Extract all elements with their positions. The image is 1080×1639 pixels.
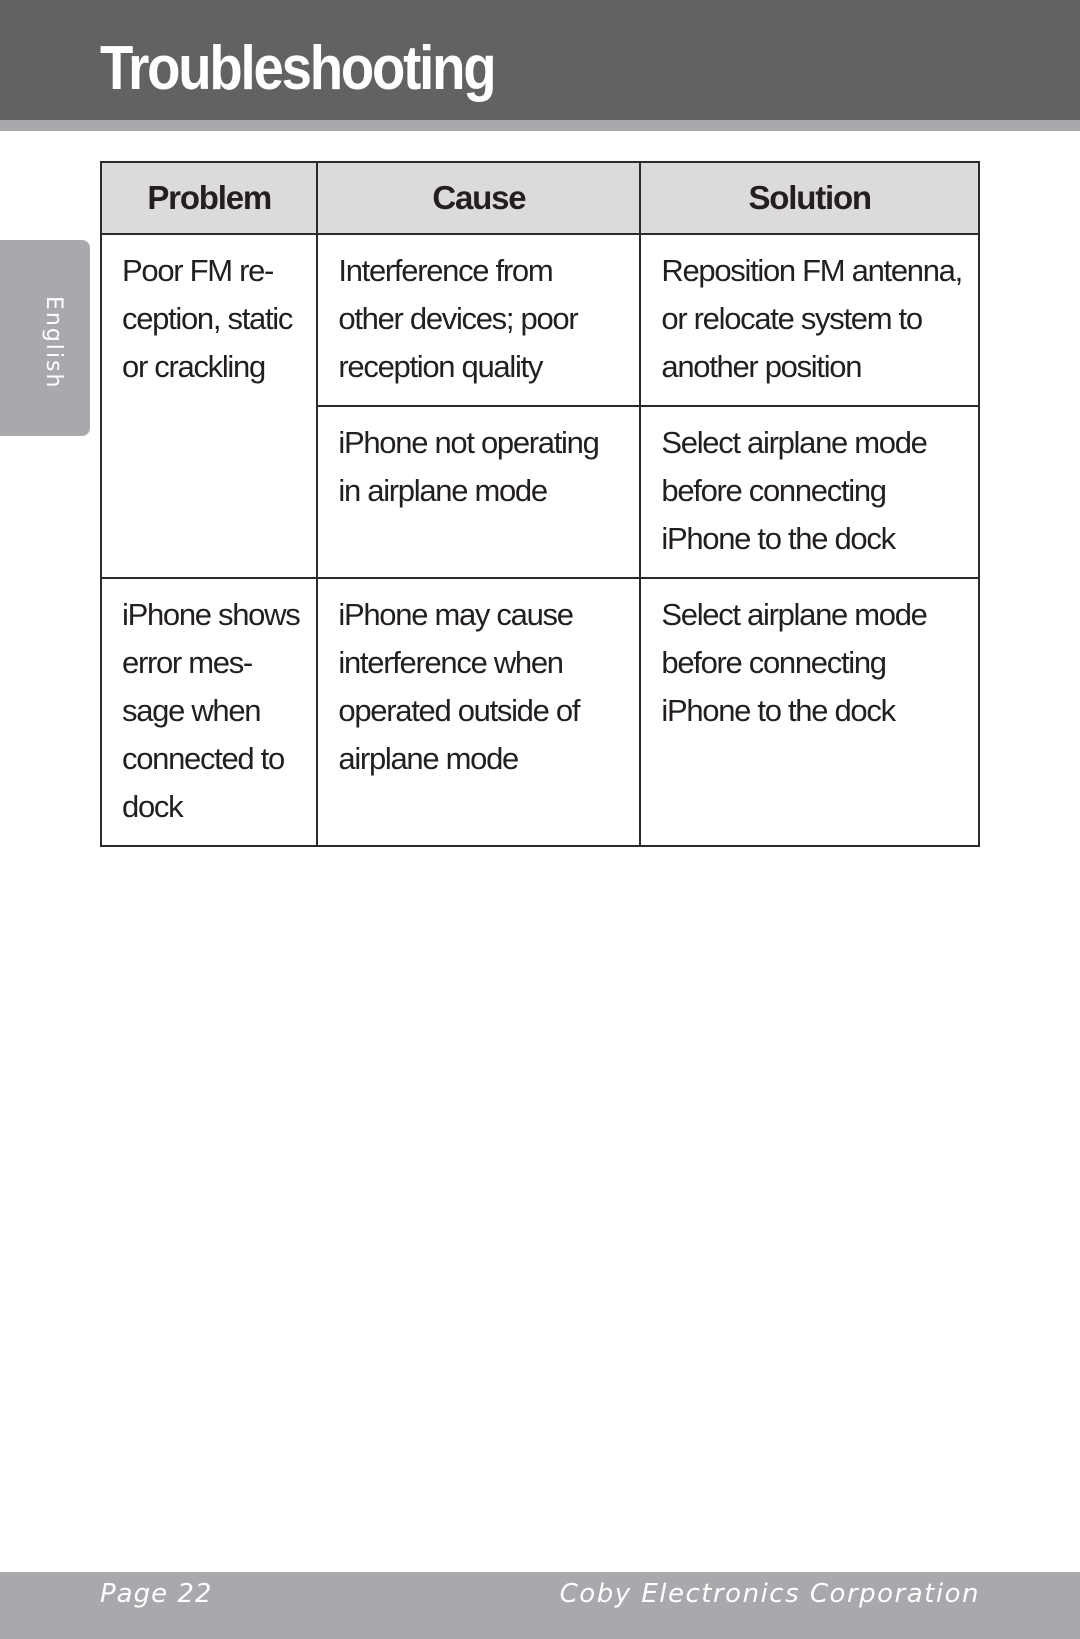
problem-cell: iPhone shows error mes- sage when connec… [99, 577, 319, 847]
cell-text-line: before connecting [661, 473, 887, 508]
cell-text-line: another position [661, 349, 862, 384]
cell-text-line: other devices; poor [338, 301, 578, 336]
cell-text-line: sage when [122, 693, 262, 728]
cell-text-line: reception quality [338, 349, 543, 384]
cell-text-line: ception, static [122, 301, 293, 336]
cell-text-line: airplane mode [338, 741, 519, 776]
cell-text-line: iPhone shows [122, 597, 301, 632]
cell-text-line: before connecting [661, 645, 887, 680]
page-number: Page 22 [100, 1579, 213, 1609]
cell-text-line: iPhone to the dock [661, 521, 896, 556]
cell-text-line: Reposition FM antenna, [661, 253, 963, 288]
column-header-problem: Problem [99, 161, 319, 235]
cell-text-line: Select airplane mode [661, 425, 928, 460]
solution-cell: Select airplane mode before connecting i… [639, 577, 980, 847]
cell-text-line: operated outside of [338, 693, 580, 728]
troubleshooting-table: Problem Cause Solution Poor FM re- cepti… [99, 161, 980, 847]
problem-cell: Poor FM re- ception, static or crackling [99, 233, 319, 579]
company-name: Coby Electronics Corporation [559, 1579, 980, 1609]
cell-text-line: iPhone may cause [338, 597, 574, 632]
cell-text-line: in airplane mode [338, 473, 548, 508]
cell-text-line: error mes- [122, 645, 253, 680]
column-header-solution: Solution [639, 161, 980, 235]
cell-text-line: or relocate system to [661, 301, 923, 336]
table-row: iPhone shows error mes- sage when connec… [99, 577, 980, 847]
solution-cell: Select airplane mode before connecting i… [639, 405, 980, 579]
solution-cell: Reposition FM antenna, or relocate syste… [639, 233, 980, 407]
header-accent-strip [0, 120, 1080, 131]
cell-text-line: connected to [122, 741, 285, 776]
cause-cell: Interference from other devices; poor re… [316, 233, 642, 407]
cell-text-line: Select airplane mode [661, 597, 928, 632]
cell-text-line: iPhone not operating [338, 425, 599, 460]
language-tab-label: English [41, 296, 66, 390]
table-row: Poor FM re- ception, static or crackling… [99, 233, 980, 579]
cause-cell: iPhone not operating in airplane mode [316, 405, 642, 579]
cell-text-line: interference when [338, 645, 564, 680]
cell-text-line: iPhone to the dock [661, 693, 896, 728]
page-title: Troubleshooting [100, 34, 497, 103]
cell-text-line: or crackling [122, 349, 266, 384]
table-header-row: Problem Cause Solution [99, 161, 980, 235]
cell-text-line: dock [122, 789, 184, 824]
column-header-cause: Cause [316, 161, 642, 235]
cause-cell: iPhone may cause interference when opera… [316, 577, 642, 847]
cell-text-line: Interference from [338, 253, 553, 288]
cell-text-line: Poor FM re- [122, 253, 274, 288]
